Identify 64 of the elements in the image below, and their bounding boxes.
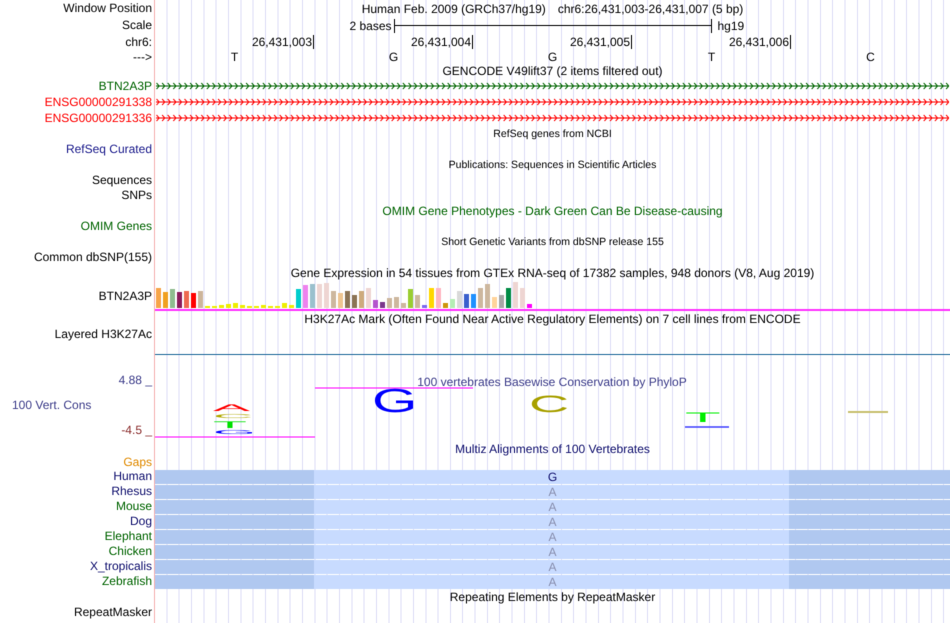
ruler-tick-label: 26,431,004 — [410, 35, 472, 49]
track-label[interactable]: Sequences — [92, 174, 155, 187]
alignment-base: A — [548, 576, 556, 588]
gene-label[interactable]: ENSG00000291338 — [44, 96, 155, 108]
track-label: chr6: — [125, 36, 153, 48]
species-label[interactable]: Elephant — [104, 530, 155, 543]
logo-letter: C — [529, 390, 570, 418]
alignment-base: A — [548, 486, 556, 498]
track-title: Gene Expression in 54 tissues from GTEx RNA-seq of 17382 samples, 948 donors (V8, Aug 2019) — [290, 266, 814, 280]
track-label: Scale — [122, 19, 153, 32]
species-label[interactable]: Mouse — [116, 500, 155, 513]
alignment-base: G — [548, 470, 558, 484]
track-label[interactable]: SNPs — [121, 189, 155, 202]
logo-letter: T — [685, 410, 721, 425]
species-label[interactable]: Dog — [130, 515, 155, 528]
alignment-base: A — [548, 516, 556, 528]
base-letter: T — [230, 50, 238, 64]
species-label[interactable]: Human — [113, 470, 155, 483]
base-letter: G — [548, 50, 558, 64]
scale-length: 2 bases — [349, 18, 392, 32]
track-label[interactable]: 100 Vert. Cons — [0, 399, 92, 412]
track-title: 100 vertebrates Basewise Conservation by PhyloP — [417, 375, 687, 389]
alignment-base: A — [548, 500, 556, 514]
species-label[interactable]: Zebrafish — [102, 575, 155, 588]
species-label[interactable]: Chicken — [108, 545, 155, 558]
alignment-base: A — [548, 530, 556, 544]
track-title: GENCODE V49lift37 (2 items filtered out) — [442, 64, 663, 78]
track-title: Publications: Sequences in Scientific Articles — [448, 158, 656, 172]
base-letter: C — [866, 50, 875, 64]
track-label[interactable]: OMIM Genes — [80, 220, 155, 233]
alignment-base: A — [548, 546, 556, 558]
ruler-tick-label: 26,431,003 — [252, 35, 313, 49]
track-label[interactable]: Common dbSNP(155) — [34, 251, 155, 264]
y-max-label: 4.88 _ — [118, 374, 152, 387]
alignment-base: A — [548, 560, 556, 574]
position-text: chr6:26,431,003-26,431,007 (5 bp) — [558, 2, 744, 16]
track-title: RefSeq genes from NCBI — [493, 127, 612, 141]
scale-assembly: hg19 — [716, 18, 746, 32]
logo-letter: G — [372, 382, 418, 420]
logo-mark — [848, 411, 888, 413]
track-label[interactable]: RefSeq Curated — [66, 143, 155, 156]
track-title: H3K27Ac Mark (Often Found Near Active Regulatory Elements) on 7 cell lines from ENCODE — [304, 312, 801, 326]
logo-mark — [685, 426, 729, 428]
assembly-title: Human Feb. 2009 (GRCh37/hg19) — [362, 2, 546, 16]
track-label[interactable]: Layered H3K27Ac — [54, 327, 155, 341]
gene-label[interactable]: BTN2A3P — [98, 80, 155, 92]
base-letter: G — [388, 50, 398, 64]
track-label: Window Position — [63, 2, 153, 15]
ruler-tick-label: 26,431,005 — [570, 35, 631, 49]
track-label[interactable]: BTN2A3P — [98, 290, 155, 302]
species-label[interactable]: Rhesus — [111, 485, 155, 498]
track-title: Short Genetic Variants from dbSNP release 155 — [441, 235, 664, 249]
y-min-label: -4.5 _ — [121, 424, 152, 437]
gene-label[interactable]: ENSG00000291336 — [44, 112, 155, 124]
track-title: Multiz Alignments of 100 Vertebrates — [455, 442, 650, 456]
track-title: Repeating Elements by RepeatMasker — [450, 590, 656, 604]
logo-letter: A — [213, 402, 250, 414]
ruler-tick-label: 26,431,006 — [728, 35, 790, 49]
species-label[interactable]: X_tropicalis — [90, 560, 155, 573]
base-letter: T — [708, 50, 716, 64]
logo-letter: T — [213, 419, 247, 430]
strand-label: ---> — [133, 50, 153, 64]
track-label[interactable]: RepeatMasker — [74, 606, 155, 619]
track-title: OMIM Gene Phenotypes - Dark Green Can Be Disease-causing — [382, 204, 723, 218]
